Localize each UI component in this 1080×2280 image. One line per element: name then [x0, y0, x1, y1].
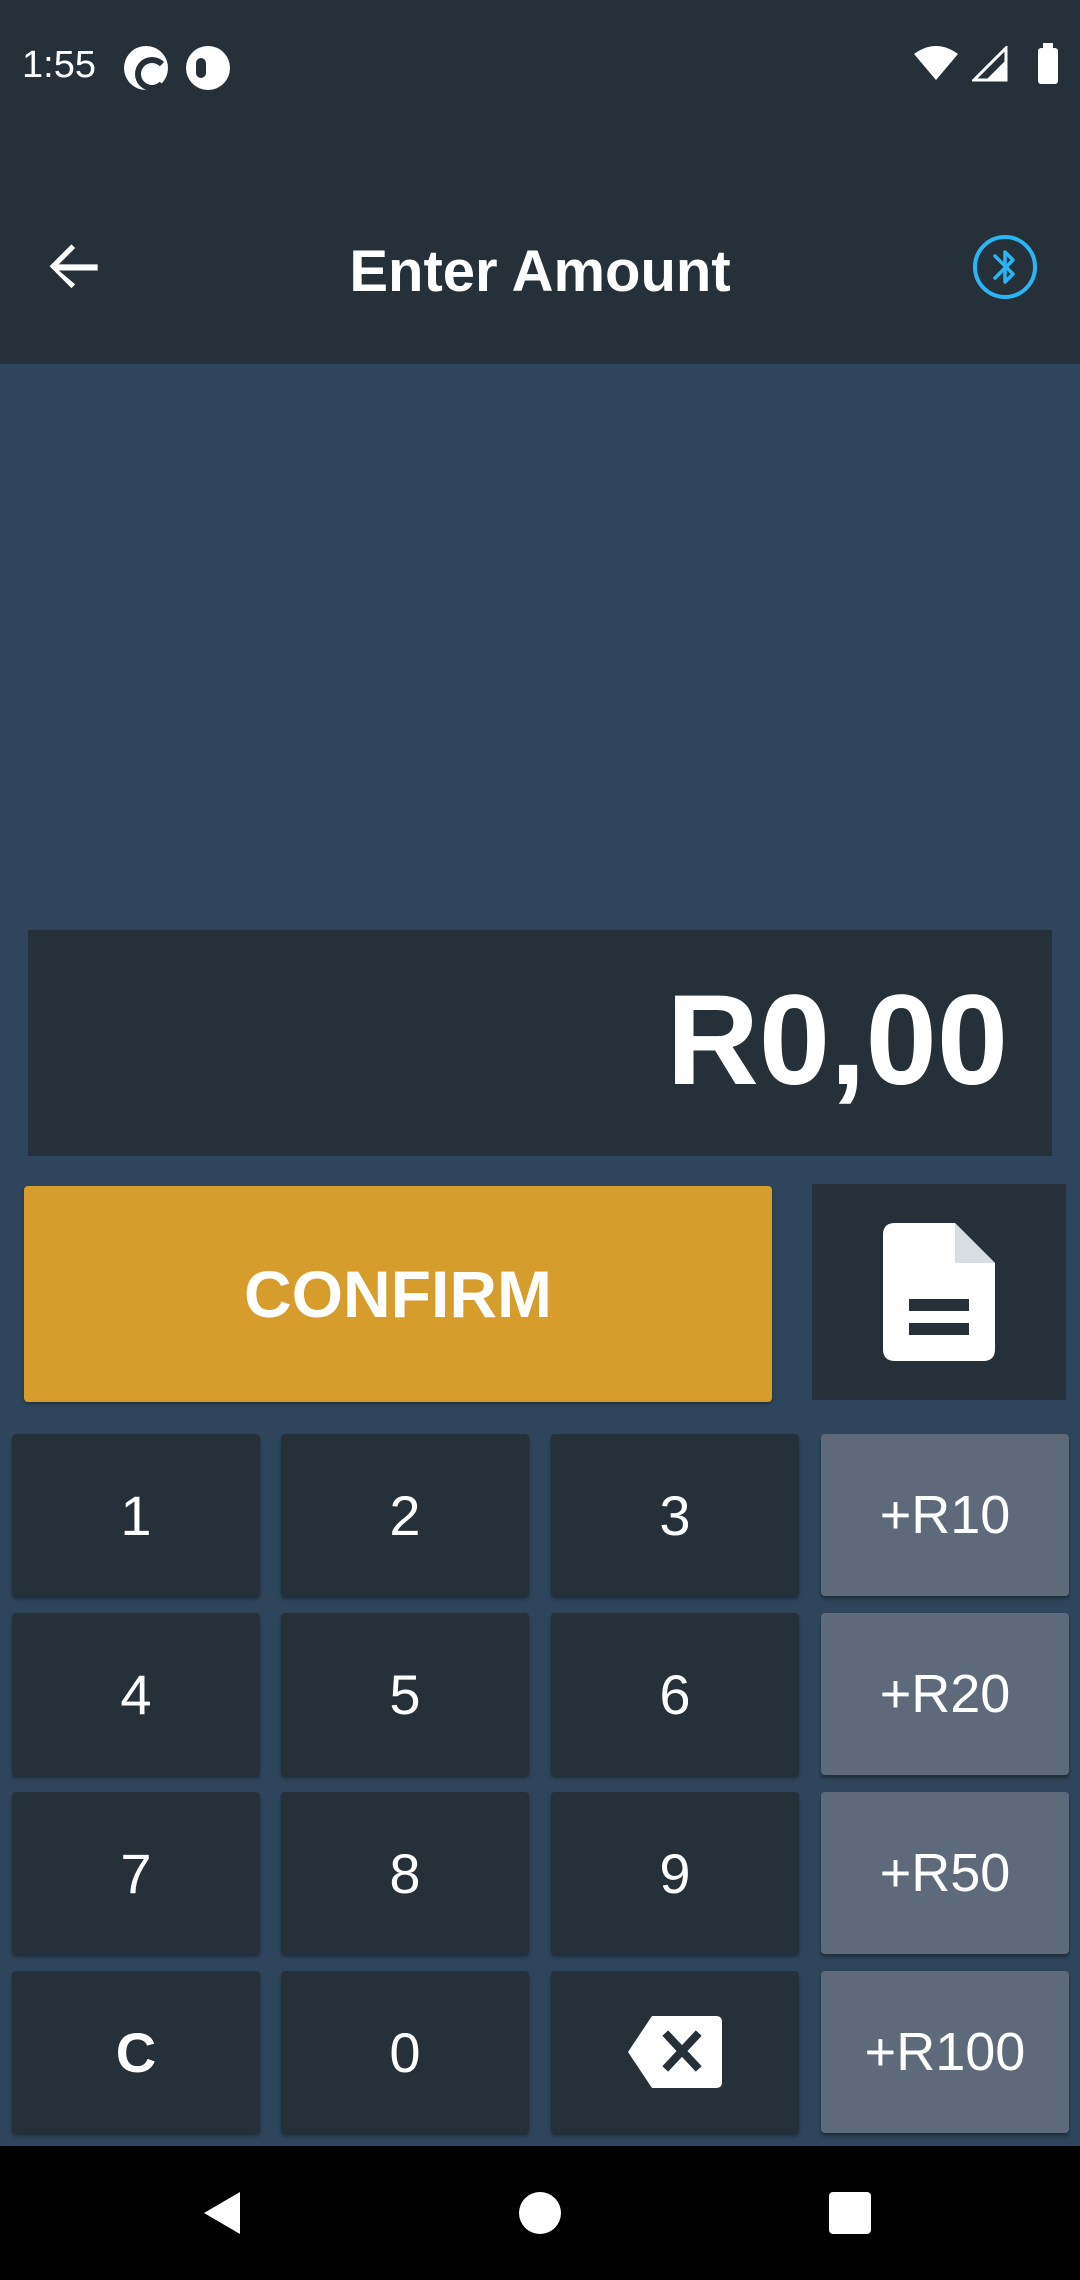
key-9[interactable]: 9 [551, 1792, 799, 1954]
key-7[interactable]: 7 [12, 1792, 260, 1954]
document-icon [883, 1223, 995, 1361]
backspace-key[interactable] [551, 1971, 799, 2133]
key-4[interactable]: 4 [12, 1613, 260, 1775]
app-notification-icon [186, 46, 230, 90]
nav-home-icon[interactable] [519, 2192, 561, 2234]
confirm-button[interactable]: CONFIRM [24, 1186, 772, 1402]
key-2[interactable]: 2 [281, 1434, 529, 1596]
key-0[interactable]: 0 [281, 1971, 529, 2133]
quick-add-10-button[interactable]: +R10 [821, 1434, 1069, 1596]
key-8[interactable]: 8 [281, 1792, 529, 1954]
clear-key[interactable]: C [12, 1971, 260, 2133]
bluetooth-icon [973, 235, 1037, 299]
nav-back-icon[interactable] [200, 2190, 244, 2236]
bluetooth-button[interactable] [970, 232, 1040, 302]
key-3[interactable]: 3 [551, 1434, 799, 1596]
app-toolbar: Enter Amount [0, 136, 1080, 364]
key-6[interactable]: 6 [551, 1613, 799, 1775]
nav-recents-icon[interactable] [829, 2192, 871, 2234]
app-screen: 1:55 Enter Amount R0,00 CONFIRM 1 2 3 +R… [0, 0, 1080, 2280]
quick-add-20-button[interactable]: +R20 [821, 1613, 1069, 1775]
system-nav-bar [0, 2146, 1080, 2280]
status-bar: 1:55 [0, 0, 1080, 136]
key-5[interactable]: 5 [281, 1613, 529, 1775]
key-1[interactable]: 1 [12, 1434, 260, 1596]
battery-icon [1038, 43, 1058, 84]
sync-app-icon [124, 46, 169, 91]
receipt-button[interactable] [812, 1184, 1066, 1400]
page-title: Enter Amount [349, 239, 731, 304]
status-time: 1:55 [22, 44, 96, 86]
wifi-icon [914, 46, 958, 80]
cellular-signal-icon [972, 46, 1008, 82]
amount-value: R0,00 [666, 969, 1008, 1112]
backspace-icon [628, 2016, 722, 2088]
amount-display: R0,00 [28, 930, 1052, 1156]
quick-add-100-button[interactable]: +R100 [821, 1971, 1069, 2133]
quick-add-50-button[interactable]: +R50 [821, 1792, 1069, 1954]
